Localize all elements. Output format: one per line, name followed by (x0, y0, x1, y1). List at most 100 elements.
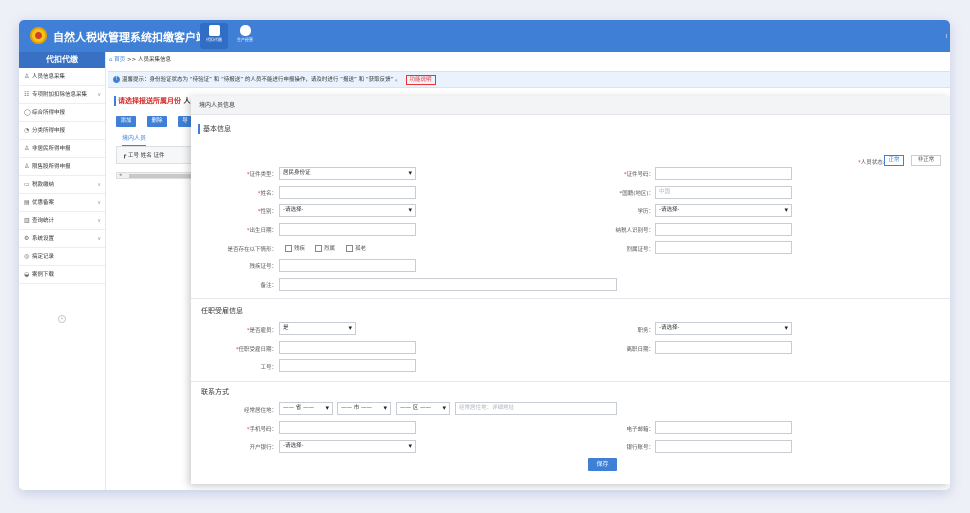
taxpayer-id-label: 纳税人识别号： (615, 228, 654, 234)
download-icon: ◒ (24, 271, 30, 278)
taxpayer-id-input[interactable] (655, 223, 792, 236)
lonely-elderly-checkbox-label: 孤老 (355, 246, 367, 252)
hire-date-label-text: 任职受雇日期 (238, 347, 272, 353)
employee-no-input[interactable] (279, 359, 416, 372)
is-employee-label-text: 是否雇员 (249, 328, 272, 334)
sidebar-item-3[interactable]: ◔ 分类所得申报 (19, 122, 105, 140)
section-basic-info: 基本信息 (198, 124, 231, 134)
id-number-input[interactable] (655, 167, 792, 180)
lonely-elderly-checkbox-box[interactable] (346, 245, 353, 252)
breadcrumb-current: 人员采集信息 (137, 57, 171, 63)
toolbar-business-button[interactable]: 生产经营 (231, 23, 259, 49)
special-situation-label: 是否存在以下情形： (227, 247, 277, 253)
app-title: 自然人税收管理系统扣缴客户端 (53, 31, 207, 44)
name-input[interactable] (279, 186, 416, 199)
birth-date-input[interactable] (279, 223, 416, 236)
person-status-label-text: 人员状态: (860, 160, 885, 166)
sidebar-item-label: 综合所得申报 (32, 110, 66, 116)
sidebar-item-6[interactable]: ▭ 税款缴纳 ∨ (19, 176, 105, 194)
gender-label-text: 性别 (260, 209, 272, 215)
id-type-label-text: 证件类型 (249, 172, 272, 178)
id-type-select[interactable]: 居民身份证 (279, 167, 416, 180)
notice-bar: ! 温馨提示：身份验证状态为 “待验证” 和 “待报送” 的人员不能进行申报操作… (108, 71, 950, 88)
disability-cert-input[interactable] (279, 259, 416, 272)
save-button[interactable]: 保存 (588, 458, 617, 471)
education-select[interactable]: -请选择- (655, 204, 792, 217)
remark-label: 备注： (260, 283, 277, 289)
sidebar-item-10[interactable]: ◎ 搞定记录 (19, 248, 105, 266)
chevron-down-icon: ∨ (97, 236, 101, 242)
nationality-input[interactable]: 中国 (655, 186, 792, 199)
info-icon: ! (113, 76, 120, 83)
martyr-family-checkbox-box[interactable] (315, 245, 322, 252)
sidebar-item-8[interactable]: ▥ 查询统计 ∨ (19, 212, 105, 230)
bank-account-input[interactable] (655, 440, 792, 453)
email-label: 电子邮箱： (626, 427, 654, 433)
section-employment-info: 任职受雇信息 (201, 307, 243, 315)
toolbar-withholding-button[interactable]: 代扣代缴 (200, 23, 228, 49)
export-button[interactable]: 导 (178, 116, 192, 127)
scroll-left-icon[interactable]: ◂ (119, 172, 122, 178)
add-button[interactable]: 添加 (116, 116, 136, 127)
chevron-down-icon: ∨ (97, 182, 101, 188)
top-bar: 自然人税收管理系统扣缴客户端 代扣代缴 生产经营 I (19, 20, 950, 52)
address-detail-input[interactable]: 经常居住地：详细地址 (455, 402, 617, 415)
sidebar-item-0[interactable]: ♙ 人员信息采集 (19, 68, 105, 86)
status-abnormal-button[interactable]: 非正常 (911, 155, 941, 166)
hire-date-input[interactable] (279, 341, 416, 354)
sidebar-item-4[interactable]: ♙ 非居民所得申报 (19, 140, 105, 158)
database-icon (239, 25, 251, 36)
mobile-label-text: 手机号码 (249, 427, 272, 433)
section-divider (191, 298, 950, 299)
chevron-down-icon: ∨ (97, 92, 101, 98)
lonely-elderly-checkbox[interactable]: 孤老 (346, 244, 366, 252)
disabled-checkbox-label: 残疾 (294, 246, 306, 252)
residence-label: 经常居住地： (243, 408, 277, 414)
mobile-input[interactable] (279, 421, 416, 434)
id-number-label: *证件号码： (623, 172, 654, 178)
employee-no-label: 工号： (260, 365, 277, 371)
circle-icon: ◯ (24, 109, 31, 116)
personnel-modal: 境内人员信息 基本信息 *人员状态: 正常 非正常 *证件类型： 居民身份证 *… (191, 96, 950, 484)
position-label: 职务： (637, 328, 654, 334)
sidebar-item-label: 限售股所得申报 (32, 164, 71, 170)
is-employee-select[interactable]: 是 (279, 322, 356, 335)
district-select[interactable]: —— 区 —— (396, 402, 450, 415)
tab-domestic-personnel[interactable]: 境内人员 (122, 133, 147, 146)
province-select[interactable]: —— 省 —— (279, 402, 333, 415)
martyr-cert-input[interactable] (655, 241, 792, 254)
city-select[interactable]: —— 市 —— (337, 402, 391, 415)
sidebar-item-9[interactable]: ⚙ 系统设置 ∨ (19, 230, 105, 248)
sidebar-item-5[interactable]: ♙ 限售股所得申报 (19, 158, 105, 176)
sidebar-header: 代扣代缴 (19, 52, 105, 68)
name-label-text: 姓名 (260, 191, 272, 197)
person-icon: ♙ (24, 163, 30, 170)
gear-icon: ⚙ (24, 235, 30, 242)
toolbar-business-label: 生产经营 (237, 37, 253, 42)
position-select[interactable]: -请选择- (655, 322, 792, 335)
leave-date-input[interactable] (655, 341, 792, 354)
sidebar-collapse-icon[interactable]: « (58, 315, 66, 323)
bank-label: 开户银行： (249, 445, 277, 451)
function-help-link[interactable]: 功能说明 (405, 75, 436, 85)
bank-select[interactable]: -请选择- (279, 440, 416, 453)
email-input[interactable] (655, 421, 792, 434)
sidebar-item-2[interactable]: ◯综合所得申报 (19, 104, 105, 122)
clock-icon: ◔ (24, 127, 30, 134)
sidebar-item-7[interactable]: ▤ 优惠备案 ∨ (19, 194, 105, 212)
remark-input[interactable] (279, 278, 617, 291)
sidebar-item-label: 系统设置 (32, 236, 55, 242)
sidebar-item-1[interactable]: ☷ 专项附加扣除信息采集 ∨ (19, 86, 105, 104)
delete-button[interactable]: 删除 (147, 116, 167, 127)
background-title-text: 请选择报送所属月份 (118, 97, 181, 105)
id-number-label-text: 证件号码 (626, 172, 649, 178)
status-normal-button[interactable]: 正常 (884, 155, 904, 166)
nationality-label: *国籍(地区)： (619, 191, 654, 197)
disabled-checkbox[interactable]: 残疾 (285, 244, 305, 252)
gender-label: *性别： (257, 209, 277, 215)
disabled-checkbox-box[interactable] (285, 245, 292, 252)
gender-select[interactable]: -请选择- (279, 204, 416, 217)
martyr-family-checkbox[interactable]: 烈属 (315, 244, 335, 252)
sidebar-item-11[interactable]: ◒ 案例下载 (19, 266, 105, 284)
breadcrumb-home[interactable]: 首页 (114, 57, 125, 63)
